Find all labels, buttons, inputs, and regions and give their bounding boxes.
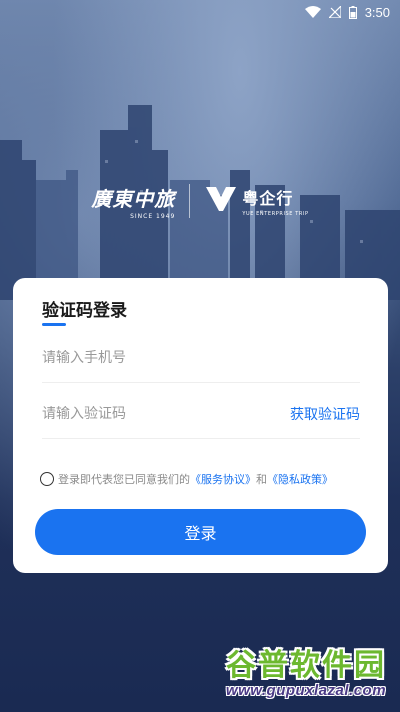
yqx-logo-subtitle: YUE ENTERPRISE TRIP: [242, 211, 309, 217]
brand-logos: 廣東中旅 SINCE 1949 粤企行 YUE ENTERPRISE TRIP: [0, 176, 400, 226]
gzl-logo: 廣東中旅 SINCE 1949: [91, 183, 175, 220]
watermark-title: 谷普软件园: [226, 648, 386, 683]
phone-field: [42, 333, 360, 383]
code-field: 获取验证码: [42, 389, 360, 439]
gzl-logo-since: SINCE 1949: [130, 212, 176, 220]
status-bar: 3:50: [0, 0, 400, 24]
get-code-button[interactable]: 获取验证码: [290, 404, 360, 424]
gzl-logo-text: 廣東中旅: [91, 186, 176, 211]
privacy-policy-link[interactable]: 《隐私政策》: [267, 471, 333, 487]
service-agreement-link[interactable]: 《服务协议》: [190, 471, 256, 487]
agreement-row: 登录即代表您已同意我们的 《服务协议》 和 《隐私政策》: [40, 471, 333, 487]
login-card: 验证码登录 获取验证码 登录即代表您已同意我们的 《服务协议》 和 《隐私政策》…: [13, 278, 388, 573]
logo-divider: [189, 184, 191, 218]
phone-input[interactable]: [42, 349, 360, 366]
agreement-text: 登录即代表您已同意我们的: [58, 473, 190, 486]
login-button[interactable]: 登录: [35, 509, 366, 555]
agreement-and: 和: [256, 473, 267, 486]
wifi-icon: [304, 6, 321, 18]
yqx-logo-text: 粤企行: [242, 189, 294, 208]
status-time: 3:50: [364, 4, 390, 20]
battery-icon: [348, 5, 357, 19]
watermark-url: www.gupuxlazal.com: [225, 682, 387, 699]
login-title: 验证码登录: [42, 301, 127, 321]
yqx-logo: 粤企行 YUE ENTERPRISE TRIP: [204, 185, 308, 217]
agreement-checkbox[interactable]: [40, 472, 54, 486]
verification-code-input[interactable]: [42, 405, 290, 422]
signal-off-icon: [328, 6, 341, 18]
watermark: 谷普软件园 www.gupuxlazal.com: [218, 650, 394, 706]
title-underline: [42, 323, 66, 326]
yqx-logo-icon: [204, 185, 238, 217]
